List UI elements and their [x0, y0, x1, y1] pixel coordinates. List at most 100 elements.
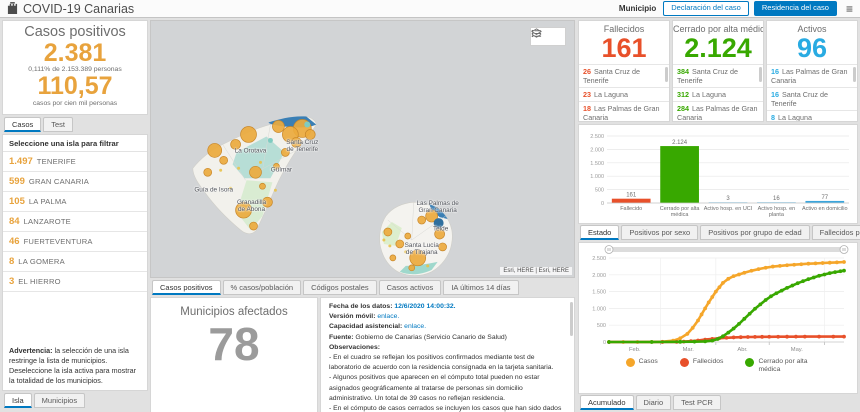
chart-tab-test-pcr[interactable]: Test PCR [673, 395, 721, 410]
island-filter-panel: Seleccione una isla para filtrar 1.497 TE… [2, 134, 148, 391]
island-row-gran-canaria[interactable]: 599 GRAN CANARIA [3, 172, 147, 192]
legend-item-casos: Casos [625, 358, 658, 367]
casos-positivos-title: Casos positivos [24, 24, 126, 40]
tab-isla[interactable]: Isla [4, 393, 32, 408]
legend-item-cerrado-por-alta-m-dica: Cerrado por alta médica [745, 358, 810, 374]
svg-text:500: 500 [595, 188, 604, 194]
chart-tab-acumulado[interactable]: Acumulado [580, 395, 634, 410]
serie-tabs: Acumulado Diario Test PCR [580, 395, 858, 410]
status-card-item-la-laguna[interactable]: 8 La Laguna [767, 109, 857, 121]
status-card-item-la-laguna[interactable]: 312 La Laguna [673, 86, 763, 101]
legend-label: Cerrado por alta médica [758, 358, 808, 373]
svg-text:16: 16 [773, 196, 780, 202]
svg-text:77: 77 [821, 195, 828, 201]
map-tab-casos-positivos[interactable]: Casos positivos [152, 280, 221, 295]
status-card-scrollbar[interactable] [759, 67, 762, 82]
tab-test[interactable]: Test [43, 117, 74, 132]
svg-text:Abr.: Abr. [737, 347, 748, 353]
municipios-afectados-value: 78 [208, 318, 260, 370]
island-row-la-gomera[interactable]: 8 LA GOMERA [3, 252, 147, 272]
legend-label: Casos [638, 358, 658, 365]
chart-tab-fallecidos-por-edad-y-sexo[interactable]: Fallecidos por edad y sexo [811, 225, 860, 240]
status-card-value: 96 [796, 33, 828, 63]
chart-tab-positivos-por-sexo[interactable]: Positivos por sexo [621, 225, 699, 240]
svg-text:May.: May. [791, 347, 804, 353]
status-card-value: 2.124 [684, 33, 752, 63]
municipio-label: Municipio [618, 4, 657, 13]
status-card-item-santa-cruz-de-tenerife[interactable]: 384 Santa Cruz de Tenerife [673, 63, 763, 87]
island-row-el-hierro[interactable]: 3 EL HIERRO [3, 272, 147, 292]
basemap-layers-icon[interactable] [531, 28, 562, 43]
declaracion-del-caso-button[interactable]: Declaración del caso [663, 1, 749, 16]
estado-bar-chart: 0 500 1.000 1.500 2.000 2.500 161 Fallecido 2.12… [590, 134, 849, 218]
status-card-fallecidos: Fallecidos 161 26 Santa Cruz de Tenerife 23 L… [578, 20, 670, 122]
island-row-tenerife[interactable]: 1.497 TENERIFE [3, 152, 147, 172]
island-row-lanzarote[interactable]: 84 LANZAROTE [3, 212, 147, 232]
tab-casos[interactable]: Casos [4, 117, 42, 132]
isla-municipios-tabs: Isla Municipios [4, 393, 148, 408]
island-count: 3 [9, 276, 15, 287]
header: COVID-19 Canarias Municipio Declaración … [0, 0, 860, 18]
svg-text:2.000: 2.000 [592, 273, 606, 279]
svg-text:Activo hosp. en UCI: Activo hosp. en UCI [704, 206, 753, 212]
island-name: FUERTEVENTURA [23, 237, 93, 246]
svg-text:1.000: 1.000 [590, 174, 604, 180]
map[interactable]: Santa Cruz de Tenerife La Orotava Güímar Guí… [150, 20, 575, 278]
island-row-la-palma[interactable]: 105 LA PALMA [3, 192, 147, 212]
status-card-item-la-laguna[interactable]: 23 La Laguna [579, 86, 669, 101]
svg-text:2.500: 2.500 [590, 134, 604, 140]
svg-text:Feb.: Feb. [629, 347, 641, 353]
status-card-item-santa-cruz-de-tenerife[interactable]: 16 Santa Cruz de Tenerife [767, 86, 857, 110]
status-card-item-las-palmas-de-gran-canaria[interactable]: 284 Las Palmas de Gran Canaria [673, 100, 763, 121]
casos-rate-value: 110,57 [37, 72, 113, 101]
info-scrollbar[interactable] [570, 302, 573, 336]
island-name: LA PALMA [28, 197, 67, 206]
map-tab-casos-poblaci-n[interactable]: % casos/población [222, 280, 302, 295]
status-card-scrollbar[interactable] [665, 67, 668, 82]
chart-tab-positivos-por-grupo-de-edad[interactable]: Positivos por grupo de edad [700, 225, 810, 240]
status-card-item-las-palmas-de-gran-canaria[interactable]: 18 Las Palmas de Gran Canaria [579, 100, 669, 121]
app-title: COVID-19 Canarias [23, 1, 135, 16]
status-card-item-santa-cruz-de-tenerife[interactable]: 26 Santa Cruz de Tenerife [579, 63, 669, 87]
svg-text:Fallecido: Fallecido [620, 206, 642, 212]
acumulado-line-chart: 0 500 1.000 1.500 2.000 2.500 Feb. Mar. Abr. May. [592, 245, 849, 353]
svg-text:500: 500 [597, 323, 606, 329]
status-cards-row: Fallecidos 161 26 Santa Cruz de Tenerife 23 L… [578, 20, 858, 122]
right-column: Fallecidos 161 26 Santa Cruz de Tenerife 23 L… [578, 20, 860, 410]
legend-label: Fallecidos [692, 358, 724, 365]
map-tab-casos-activos[interactable]: Casos activos [378, 280, 442, 295]
svg-text:Mar.: Mar. [683, 347, 695, 353]
island-list: 1.497 TENERIFE 599 GRAN CANARIA 105 LA PALMA 8… [3, 152, 147, 292]
tab-municipios[interactable]: Municipios [33, 393, 86, 408]
island-count: 1.497 [9, 156, 33, 167]
island-name: LANZAROTE [23, 217, 71, 226]
island-filter-title: Seleccione una isla para filtrar [3, 135, 147, 152]
municipios-afectados-title: Municipios afectados [180, 306, 288, 318]
status-card-scrollbar[interactable] [853, 67, 856, 82]
menu-icon[interactable]: ≡ [846, 3, 853, 15]
slider-handle-right[interactable] [839, 245, 849, 254]
legend-dot [625, 358, 635, 367]
island-row-fuerteventura[interactable]: 46 FUERTEVENTURA [3, 232, 147, 252]
chart-tab-diario[interactable]: Diario [635, 395, 672, 410]
data-info-panel: Fecha de los datos: 12/6/2020 14:00:32. V… [320, 297, 575, 412]
svg-text:0: 0 [601, 201, 604, 207]
status-card-item-las-palmas-de-gran-canaria[interactable]: 16 Las Palmas de Gran Canaria [767, 63, 857, 87]
legend-item-fallecidos: Fallecidos [679, 358, 724, 367]
map-tab-ia-ltimos-14-d-as[interactable]: IA últimos 14 días [443, 280, 519, 295]
svg-text:1.500: 1.500 [592, 290, 606, 296]
svg-text:Activo en domicilio: Activo en domicilio [802, 206, 848, 212]
casos-test-tabs: Casos Test [4, 117, 148, 132]
residencia-del-caso-button[interactable]: Residencia del caso [753, 1, 837, 16]
left-column: Casos positivos 2.381 0,111% de 2.153.38… [2, 20, 148, 410]
map-tab-c-digos-postales[interactable]: Códigos postales [303, 280, 377, 295]
estado-tabs: Estado Positivos por sexo Positivos por gr… [580, 225, 860, 240]
chart-tab-estado[interactable]: Estado [580, 225, 620, 240]
svg-text:planta: planta [769, 212, 785, 218]
acumulado-line-chart-panel: 0 500 1.000 1.500 2.000 2.500 Feb. Mar. Abr. May.… [578, 242, 858, 394]
slider-handle-left[interactable] [604, 245, 614, 254]
center-column: Santa Cruz de Tenerife La Orotava Güímar Guí… [150, 20, 575, 412]
status-card-value: 161 [601, 33, 647, 63]
island-count: 8 [9, 256, 15, 267]
casos-total-value: 2.381 [43, 39, 107, 67]
